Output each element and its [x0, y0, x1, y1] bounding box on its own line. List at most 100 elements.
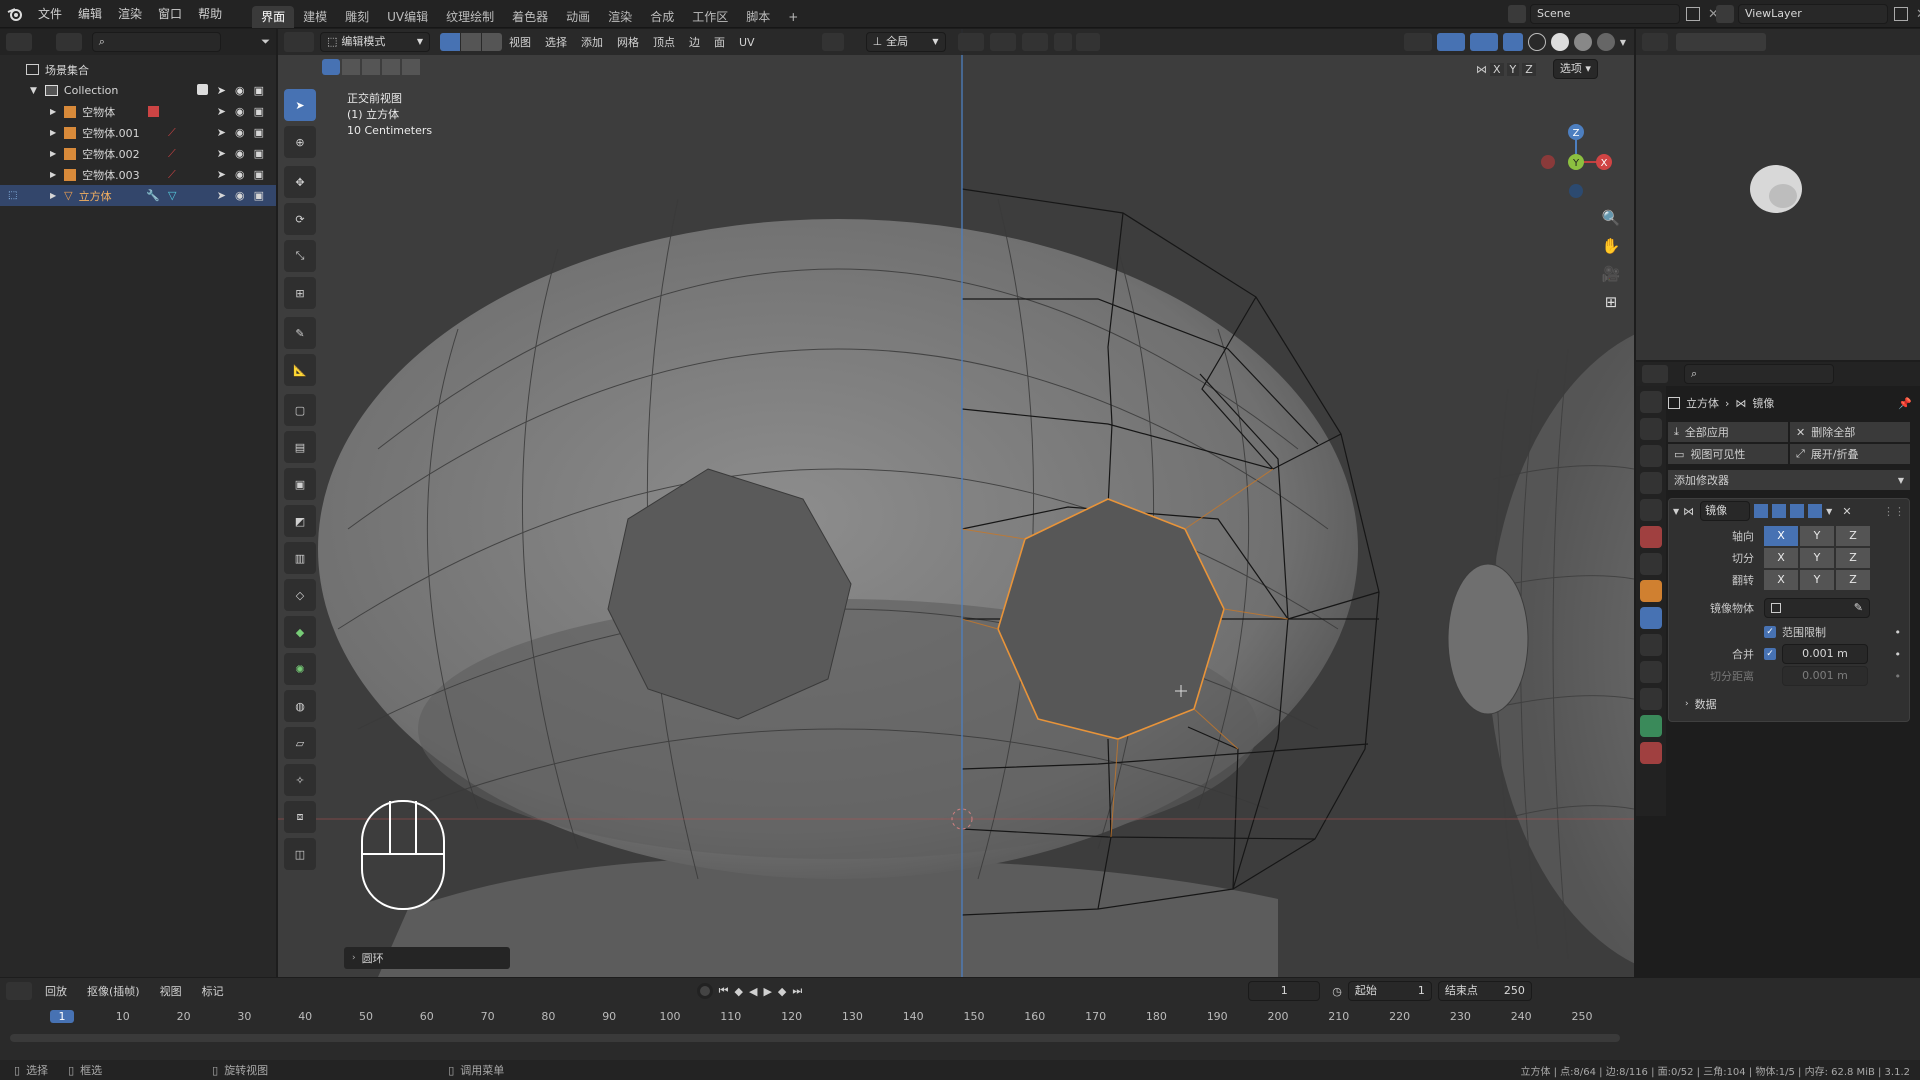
- loop-cut-tool[interactable]: ▥: [284, 542, 316, 574]
- timeline-scrollbar[interactable]: [10, 1034, 1620, 1042]
- delete-all-button[interactable]: ✕ 删除全部: [1790, 422, 1910, 442]
- camera-view-icon[interactable]: 🎥: [1597, 265, 1625, 293]
- current-frame-marker[interactable]: 1: [50, 1010, 74, 1023]
- poly-build-tool[interactable]: ◆: [284, 616, 316, 648]
- pivot-icon[interactable]: [957, 33, 984, 51]
- tab-shading[interactable]: 着色器: [503, 6, 557, 28]
- editor-type-icon[interactable]: [284, 32, 314, 52]
- knife-tool[interactable]: ◇: [284, 579, 316, 611]
- outliner-item-empty-002[interactable]: ▶ 空物体.002 ⟋ ➤ ◉ ▣: [0, 143, 276, 164]
- smooth-tool[interactable]: ◍: [284, 690, 316, 722]
- eye-icon[interactable]: ◉: [235, 147, 245, 160]
- tab-compositing[interactable]: 合成: [641, 6, 683, 28]
- rip-tool[interactable]: ◫: [284, 838, 316, 870]
- world-tab-icon[interactable]: [1640, 526, 1662, 548]
- data-tab-icon[interactable]: [1640, 715, 1662, 737]
- menu-select[interactable]: 选择: [538, 34, 574, 50]
- mode-icon[interactable]: [1676, 33, 1766, 51]
- menu-face[interactable]: 面: [707, 34, 732, 50]
- eyedropper-icon[interactable]: ✎: [1854, 599, 1863, 617]
- 3d-viewport[interactable]: ⬚ 编辑模式 ▼ 视图 选择 添加 网格 顶点 边 面 UV ⊥ 全局 ▼ ▼ …: [278, 29, 1634, 977]
- view-layer-field[interactable]: ViewLayer: [1738, 4, 1888, 24]
- tab-animation[interactable]: 动画: [557, 6, 599, 28]
- scene-tab-icon[interactable]: [1640, 499, 1662, 521]
- proportional-edit-icon[interactable]: [1053, 33, 1072, 51]
- menu-help[interactable]: 帮助: [190, 0, 230, 28]
- menu-mesh[interactable]: 网格: [610, 34, 646, 50]
- merge-distance-field[interactable]: 0.001 m: [1782, 644, 1868, 664]
- tab-rendering[interactable]: 渲染: [599, 6, 641, 28]
- display-mode-icon[interactable]: [55, 33, 82, 51]
- edge-slide-tool[interactable]: ▱: [284, 727, 316, 759]
- prev-keyframe-icon[interactable]: ◆: [735, 985, 743, 998]
- mirror-object-field[interactable]: ✎: [1764, 598, 1870, 618]
- select-arrow-icon[interactable]: ➤: [217, 147, 226, 160]
- material-tab-icon[interactable]: [1640, 742, 1662, 764]
- tab-uv-editing[interactable]: UV编辑: [378, 6, 437, 28]
- select-arrow-icon[interactable]: ➤: [217, 84, 226, 97]
- tab-modeling[interactable]: 建模: [294, 6, 336, 28]
- select-box-mode-icon[interactable]: [322, 59, 340, 75]
- select-arrow-icon[interactable]: ➤: [217, 126, 226, 139]
- expand-collapse-button[interactable]: ⤢ 展开/折叠: [1790, 444, 1910, 464]
- flip-x-button[interactable]: X: [1764, 570, 1798, 590]
- scale-tool[interactable]: ⤡: [284, 240, 316, 272]
- select-extend-icon[interactable]: [342, 59, 360, 75]
- viewport-scene[interactable]: [278, 29, 1634, 977]
- menu-playback[interactable]: 回放: [38, 983, 74, 999]
- eye-icon[interactable]: ◉: [235, 168, 245, 181]
- start-frame-field[interactable]: 起始 1: [1347, 981, 1432, 1001]
- chevron-right-icon[interactable]: ▶: [50, 191, 56, 200]
- editor-type-icon[interactable]: [1642, 33, 1668, 51]
- close-icon[interactable]: ✕: [1916, 7, 1920, 22]
- falloff-icon[interactable]: [1075, 33, 1100, 51]
- new-scene-icon[interactable]: [1686, 7, 1700, 21]
- end-frame-field[interactable]: 结束点 250: [1437, 981, 1532, 1001]
- view-layer-tab-icon[interactable]: [1640, 472, 1662, 494]
- bisect-distance-field[interactable]: 0.001 m: [1782, 666, 1868, 686]
- keyframe-dot-icon[interactable]: •: [1895, 648, 1902, 661]
- chevron-right-icon[interactable]: ▶: [50, 149, 56, 158]
- keyframe-dot-icon[interactable]: •: [1895, 670, 1902, 683]
- frame-ruler[interactable]: 1 10 20 30 40 50 60 70 80 90 100 110 120 130 140 150 160…: [0, 1008, 1920, 1030]
- axis-z-toggle[interactable]: Z: [1522, 62, 1536, 76]
- face-select-icon[interactable]: [482, 33, 502, 51]
- last-operator-panel[interactable]: › 圆环: [344, 947, 510, 969]
- shading-wireframe-icon[interactable]: [1527, 33, 1546, 51]
- transform-orientation-dropdown[interactable]: ⊥ 全局 ▼: [865, 32, 946, 52]
- menu-edge[interactable]: 边: [682, 34, 707, 50]
- axis-y-toggle[interactable]: Y: [1506, 62, 1520, 76]
- outliner-root[interactable]: 场景集合: [0, 59, 276, 80]
- jump-end-icon[interactable]: ⏭: [792, 984, 802, 998]
- bisect-y-button[interactable]: Y: [1800, 548, 1834, 568]
- transform-tool[interactable]: ⊞: [284, 277, 316, 309]
- outliner-item-empty-003[interactable]: ▶ 空物体.003 ⟋ ➤ ◉ ▣: [0, 164, 276, 185]
- menu-vertex[interactable]: 顶点: [646, 34, 682, 50]
- shading-rendered-icon[interactable]: [1596, 33, 1615, 51]
- rotate-tool[interactable]: ⟳: [284, 203, 316, 235]
- select-subtract-icon[interactable]: [362, 59, 380, 75]
- bevel-tool[interactable]: ◩: [284, 505, 316, 537]
- chevron-right-icon[interactable]: ▶: [50, 128, 56, 137]
- editor-type-icon[interactable]: [1642, 365, 1668, 383]
- play-reverse-icon[interactable]: ◀: [749, 985, 757, 998]
- editor-type-icon[interactable]: [6, 982, 32, 1000]
- shading-material-icon[interactable]: [1573, 33, 1592, 51]
- pin-icon[interactable]: 📌: [1898, 397, 1912, 410]
- blender-logo-icon[interactable]: [0, 0, 30, 28]
- zoom-icon[interactable]: 🔍: [1597, 209, 1625, 237]
- close-icon[interactable]: ✕: [1842, 505, 1851, 518]
- axis-z-button[interactable]: Z: [1836, 526, 1870, 546]
- new-view-layer-icon[interactable]: [1894, 7, 1908, 21]
- xray-icon[interactable]: [1502, 33, 1523, 51]
- gizmo-icon[interactable]: [1436, 33, 1465, 51]
- camera-icon[interactable]: ▣: [254, 147, 264, 160]
- inset-tool[interactable]: ▣: [284, 468, 316, 500]
- menu-file[interactable]: 文件: [30, 0, 70, 28]
- edit-mode-icon[interactable]: ⬚: [8, 190, 17, 201]
- axis-y-button[interactable]: Y: [1800, 526, 1834, 546]
- select-arrow-icon[interactable]: ➤: [217, 105, 226, 118]
- merge-checkbox[interactable]: ✓: [1764, 648, 1776, 660]
- render-toggle-icon[interactable]: [1808, 504, 1823, 518]
- outliner-item-empty-001[interactable]: ▶ 空物体.001 ⟋ ➤ ◉ ▣: [0, 122, 276, 143]
